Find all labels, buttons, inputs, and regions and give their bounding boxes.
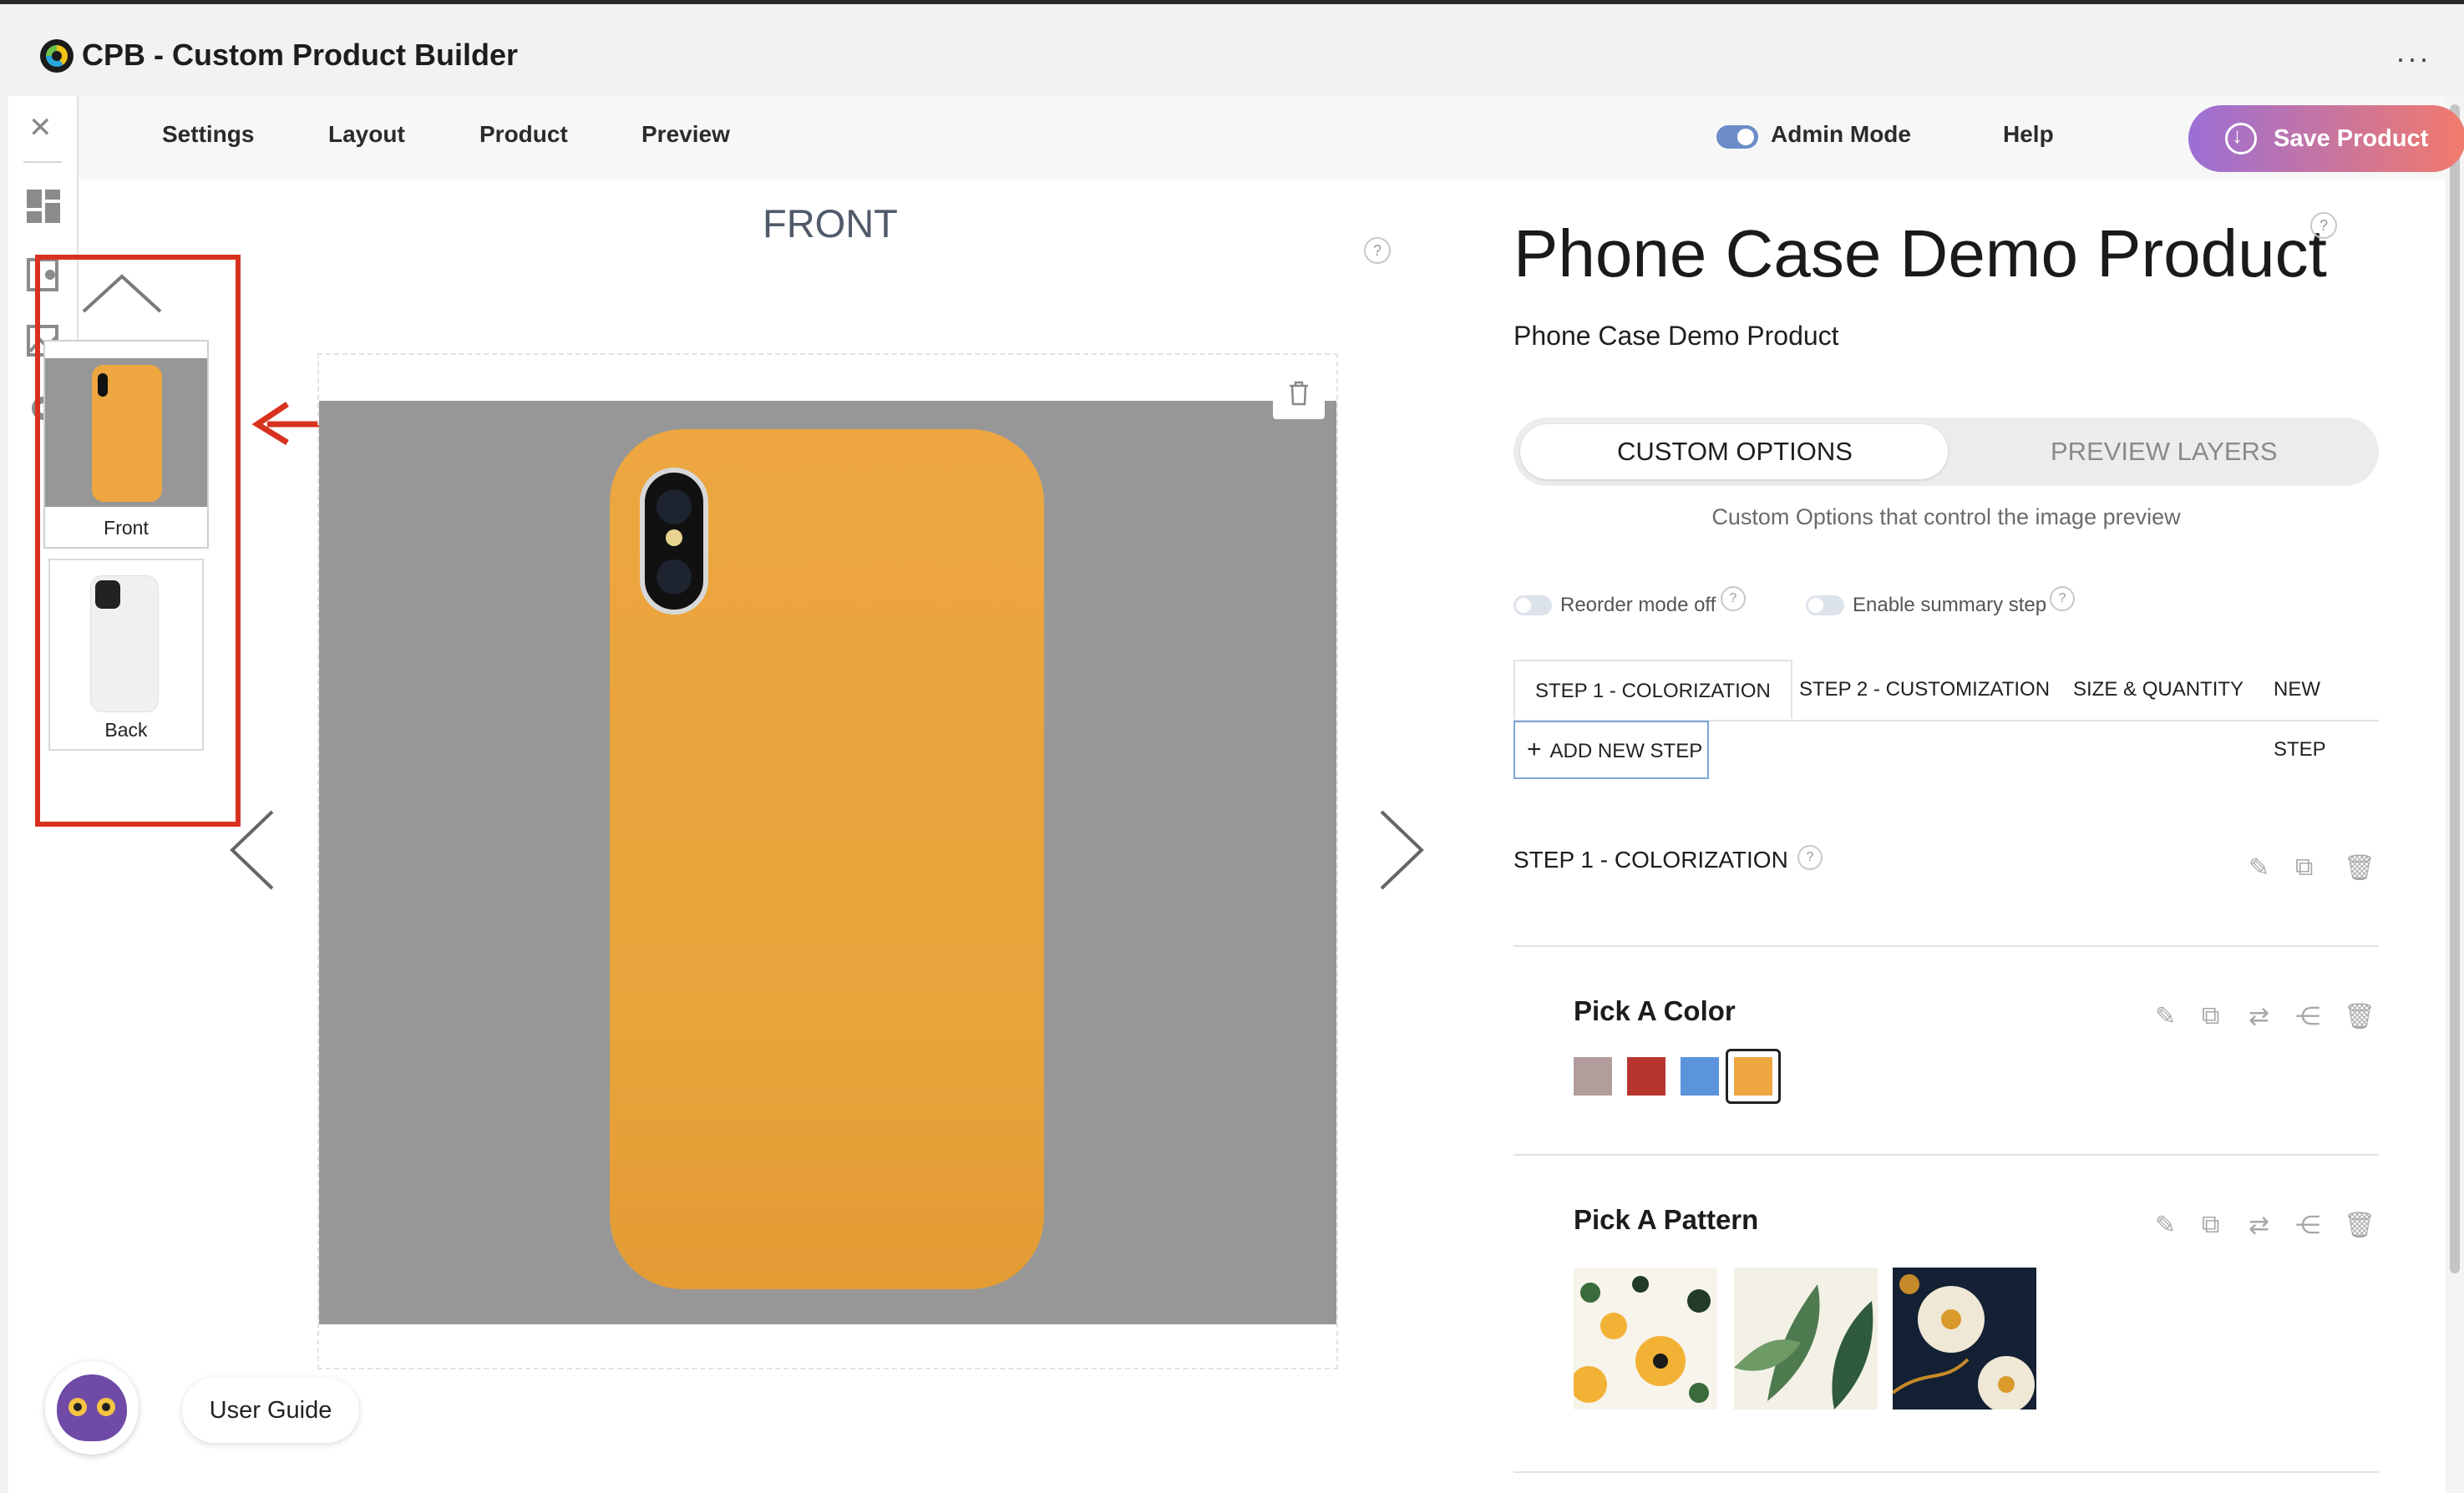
preview-help-icon[interactable]: ? (1364, 237, 1391, 264)
duplicate-step-icon[interactable]: ⧉ (2295, 853, 2313, 882)
tab-size-quantity[interactable]: SIZE & QUANTITY (2053, 660, 2264, 720)
summary-step-toggle[interactable] (1806, 595, 1844, 615)
delete-option-icon[interactable]: 🗑 (2344, 1211, 2375, 1240)
reorder-mode-toggle[interactable] (1513, 595, 1552, 615)
nav-preview[interactable]: Preview (641, 121, 730, 148)
product-title: Phone Case Demo Product (1513, 216, 2327, 291)
app-header: CPB - Custom Product Builder ··· (0, 4, 2464, 96)
steps-tab-bar: STEP 1 - COLORIZATION STEP 2 - CUSTOMIZA… (1513, 660, 2379, 761)
nav-settings[interactable]: Settings (162, 121, 254, 148)
next-view-chevron-icon[interactable] (1378, 808, 1428, 892)
swap-option-icon[interactable]: ⇄ (2249, 1211, 2269, 1240)
close-icon[interactable]: ✕ (28, 111, 53, 144)
previous-view-chevron-icon[interactable] (226, 808, 276, 892)
tab-preview-layers[interactable]: PREVIEW LAYERS (2051, 437, 2278, 467)
nav-product[interactable]: Product (479, 121, 568, 148)
page-scrollbar[interactable] (2446, 96, 2464, 1493)
scrollbar-thumb[interactable] (2450, 104, 2460, 1273)
preview-view-title: FRONT (763, 201, 898, 245)
phone-case-render (610, 429, 1044, 1289)
section-divider (1513, 1154, 2379, 1156)
pattern-swatch-leaves[interactable] (1734, 1268, 1878, 1409)
admin-mode-toggle[interactable] (1716, 125, 1758, 149)
cat-mascot-icon (57, 1374, 127, 1441)
edit-step-icon[interactable]: ✎ (2249, 853, 2269, 883)
product-preview-image (319, 401, 1336, 1324)
save-download-icon (2225, 123, 2257, 154)
reorder-mode-label: Reorder mode off (1560, 594, 1716, 616)
product-subtitle: Phone Case Demo Product (1513, 321, 1839, 351)
product-title-help-icon[interactable]: ? (2310, 212, 2337, 239)
section-divider (1513, 945, 2379, 947)
save-product-button[interactable]: Save Product (2188, 105, 2464, 172)
user-guide-avatar[interactable] (45, 1361, 139, 1455)
dashboard-icon[interactable] (25, 188, 62, 225)
phone-camera (640, 468, 708, 615)
duplicate-option-icon[interactable]: ⧉ (2202, 1211, 2219, 1239)
pick-color-title: Pick A Color (1574, 995, 1736, 1026)
link-option-icon[interactable]: ⋲ (2295, 1211, 2320, 1240)
help-link[interactable]: Help (2003, 121, 2054, 148)
step-title: STEP 1 - COLORIZATION (1513, 847, 1788, 873)
color-swatch-red[interactable] (1627, 1057, 1665, 1096)
pattern-swatch-flowers[interactable] (1574, 1268, 1717, 1409)
custom-options-caption: Custom Options that control the image pr… (1711, 504, 2181, 529)
save-product-label: Save Product (2274, 124, 2429, 152)
trash-icon (1290, 381, 1308, 406)
add-new-step-label: ADD NEW STEP (1549, 740, 1703, 762)
tab-custom-options[interactable]: CUSTOM OPTIONS (1617, 437, 1853, 467)
tab-new-step[interactable]: NEW STEP (2254, 660, 2379, 761)
delete-step-icon[interactable]: 🗑 (2344, 853, 2375, 883)
tab-step-1[interactable]: STEP 1 - COLORIZATION (1513, 660, 1792, 720)
section-divider (1513, 1471, 2379, 1473)
reorder-help-icon[interactable]: ? (1721, 586, 1746, 611)
app-title: CPB - Custom Product Builder (82, 38, 519, 72)
admin-mode-label: Admin Mode (1771, 121, 1911, 147)
panel-mode-switch: CUSTOM OPTIONS PREVIEW LAYERS (1513, 418, 2379, 486)
tab-step-2[interactable]: STEP 2 - CUSTOMIZATION (1779, 660, 2070, 720)
nav-layout[interactable]: Layout (328, 121, 405, 148)
swap-option-icon[interactable]: ⇄ (2249, 1002, 2269, 1031)
step-help-icon[interactable]: ? (1797, 845, 1823, 870)
add-new-step-button[interactable]: + ADD NEW STEP (1513, 721, 1709, 779)
edit-option-icon[interactable]: ✎ (2155, 1002, 2176, 1031)
plus-icon: + (1527, 736, 1542, 763)
top-navigation: Settings Layout Product Preview Admin Mo… (77, 96, 2464, 180)
delete-option-icon[interactable]: 🗑 (2344, 1002, 2375, 1031)
duplicate-option-icon[interactable]: ⧉ (2202, 1002, 2219, 1030)
pick-pattern-title: Pick A Pattern (1574, 1204, 1759, 1235)
color-swatch-taupe[interactable] (1574, 1057, 1612, 1096)
annotation-highlight-box (35, 255, 241, 827)
more-options-icon[interactable]: ··· (2396, 41, 2431, 76)
delete-layer-button[interactable] (1273, 367, 1325, 419)
pattern-swatch-dark-floral[interactable] (1893, 1268, 2036, 1409)
rail-divider (23, 161, 62, 163)
edit-option-icon[interactable]: ✎ (2155, 1211, 2176, 1240)
link-option-icon[interactable]: ⋲ (2295, 1002, 2320, 1031)
summary-help-icon[interactable]: ? (2050, 586, 2075, 611)
color-swatch-blue[interactable] (1681, 1057, 1719, 1096)
user-guide-button[interactable]: User Guide (182, 1378, 359, 1443)
app-logo (40, 39, 74, 73)
color-swatch-orange[interactable] (1734, 1057, 1772, 1096)
summary-step-label: Enable summary step (1853, 594, 2047, 616)
